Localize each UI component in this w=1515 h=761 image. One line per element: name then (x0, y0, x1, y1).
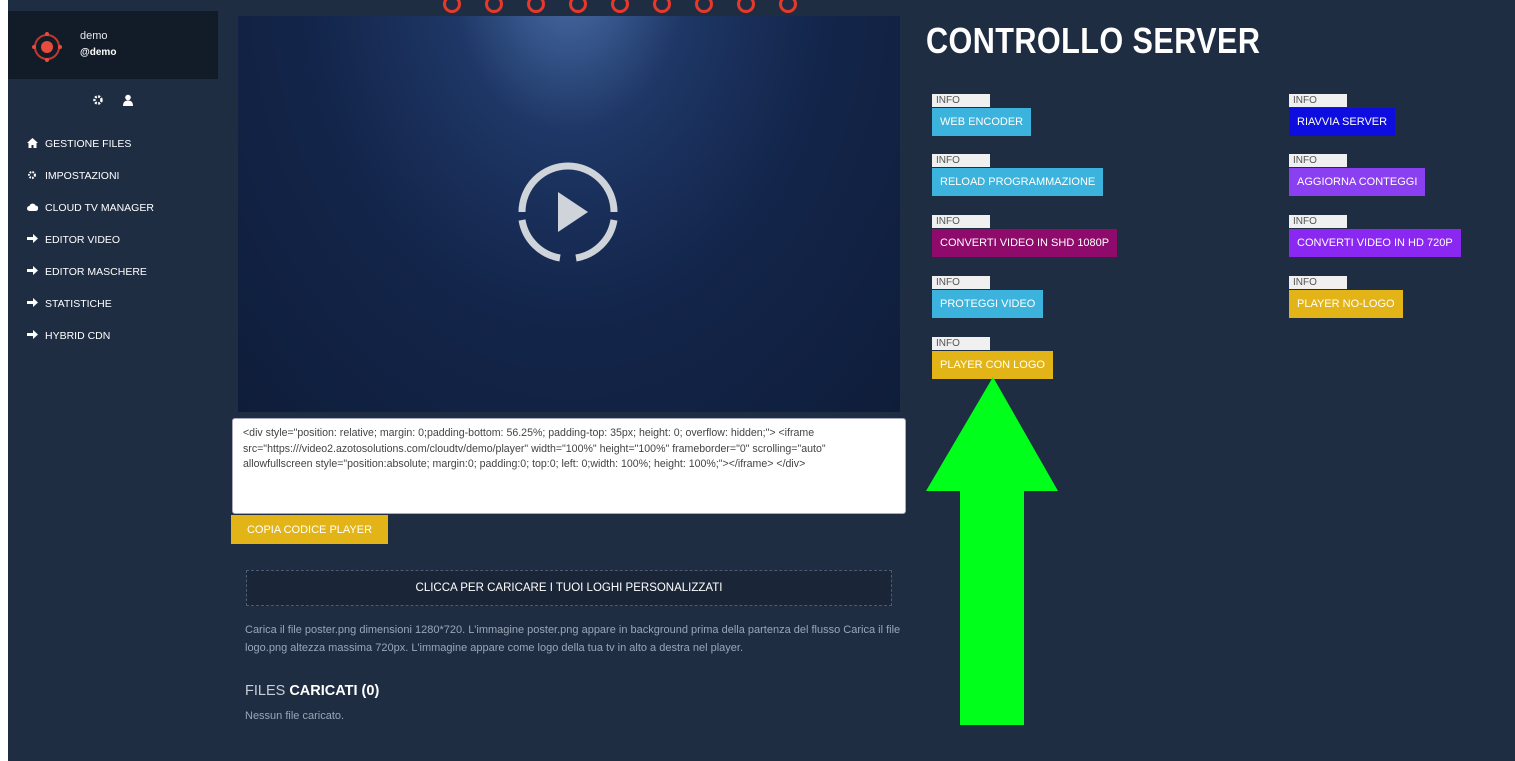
command-converti-shd: INFO CONVERTI VIDEO IN SHD 1080P (932, 215, 1118, 257)
home-icon (27, 137, 43, 151)
cloud-icon (27, 202, 43, 214)
info-button[interactable]: INFO (932, 94, 990, 107)
web-encoder-button[interactable]: WEB ENCODER (932, 108, 1032, 136)
no-files-message: Nessun file caricato. (245, 710, 345, 722)
sidebar-item-gestione-files[interactable]: GESTIONE FILES (27, 128, 154, 160)
top-decorative-glyphs (443, 0, 821, 14)
sidebar-item-editor-video[interactable]: EDITOR VIDEO (27, 224, 154, 256)
sidebar-item-label: IMPOSTAZIONI (45, 170, 120, 182)
copy-player-code-button[interactable]: COPIA CODICE PLAYER (231, 515, 388, 544)
player-with-logo-button[interactable]: PLAYER CON LOGO (932, 351, 1053, 379)
files-title-prefix: FILES (245, 683, 290, 699)
command-player-con-logo: INFO PLAYER CON LOGO (932, 337, 1053, 379)
reload-schedule-button[interactable]: RELOAD PROGRAMMAZIONE (932, 168, 1104, 196)
sidebar-item-label: GESTIONE FILES (45, 138, 132, 150)
gear-icon (27, 170, 43, 183)
gear-icon[interactable] (92, 94, 104, 109)
user-icon[interactable] (122, 94, 134, 109)
profile-name: demo (80, 30, 108, 42)
convert-shd-1080p-button[interactable]: CONVERTI VIDEO IN SHD 1080P (932, 229, 1118, 257)
avatar (32, 32, 62, 62)
command-web-encoder: INFO WEB ENCODER (932, 94, 1032, 136)
sidebar-item-label: STATISTICHE (45, 298, 112, 310)
sidebar-item-editor-maschere[interactable]: EDITOR MASCHERE (27, 256, 154, 288)
command-player-no-logo: INFO PLAYER NO-LOGO (1289, 276, 1403, 318)
files-uploaded-title: FILES CARICATI (0) (245, 683, 379, 699)
upload-description: Carica il file poster.png dimensioni 128… (245, 624, 901, 654)
quick-icons (92, 94, 134, 109)
server-control-title: CONTROLLO SERVER (926, 20, 1261, 61)
protect-video-button[interactable]: PROTEGGI VIDEO (932, 290, 1044, 318)
convert-hd-720p-button[interactable]: CONVERTI VIDEO IN HD 720P (1289, 229, 1461, 257)
sidebar-item-label: HYBRID CDN (45, 330, 111, 342)
arrow-right-icon (27, 330, 43, 342)
sidebar-item-impostazioni[interactable]: IMPOSTAZIONI (27, 160, 154, 192)
arrow-right-icon (27, 298, 43, 310)
info-button[interactable]: INFO (932, 337, 990, 350)
files-title-count: CARICATI (0) (289, 683, 380, 699)
player-no-logo-button[interactable]: PLAYER NO-LOGO (1289, 290, 1403, 318)
sidebar-item-label: CLOUD TV MANAGER (45, 202, 154, 214)
info-button[interactable]: INFO (932, 276, 990, 289)
sidebar-menu: GESTIONE FILES IMPOSTAZIONI CLOUD TV MAN… (27, 128, 154, 352)
command-proteggi-video: INFO PROTEGGI VIDEO (932, 276, 1044, 318)
sidebar-item-cloud-tv-manager[interactable]: CLOUD TV MANAGER (27, 192, 154, 224)
info-button[interactable]: INFO (1289, 94, 1347, 107)
sidebar-item-statistiche[interactable]: STATISTICHE (27, 288, 154, 320)
info-button[interactable]: INFO (932, 154, 990, 167)
info-button[interactable]: INFO (1289, 215, 1347, 228)
command-aggiorna-conteggi: INFO AGGIORNA CONTEGGI (1289, 154, 1426, 196)
embed-code-textarea[interactable]: <div style="position: relative; margin: … (232, 418, 906, 514)
sidebar-item-label: EDITOR MASCHERE (45, 266, 147, 278)
arrow-right-icon (27, 234, 43, 246)
upload-logos-button[interactable]: CLICCA PER CARICARE I TUOI LOGHI PERSONA… (246, 570, 892, 606)
update-counts-button[interactable]: AGGIORNA CONTEGGI (1289, 168, 1426, 196)
command-reload-programmazione: INFO RELOAD PROGRAMMAZIONE (932, 154, 1104, 196)
restart-server-button[interactable]: RIAVVIA SERVER (1289, 108, 1396, 136)
play-icon[interactable] (518, 162, 618, 262)
sidebar-item-hybrid-cdn[interactable]: HYBRID CDN (27, 320, 154, 352)
command-converti-hd: INFO CONVERTI VIDEO IN HD 720P (1289, 215, 1461, 257)
arrow-up-icon (926, 377, 1058, 725)
profile-handle: @demo (80, 47, 117, 58)
sidebar-item-label: EDITOR VIDEO (45, 234, 121, 246)
info-button[interactable]: INFO (1289, 276, 1347, 289)
info-button[interactable]: INFO (1289, 154, 1347, 167)
video-player[interactable] (238, 16, 900, 412)
command-riavvia-server: INFO RIAVVIA SERVER (1289, 94, 1396, 136)
arrow-right-icon (27, 266, 43, 278)
info-button[interactable]: INFO (932, 215, 990, 228)
